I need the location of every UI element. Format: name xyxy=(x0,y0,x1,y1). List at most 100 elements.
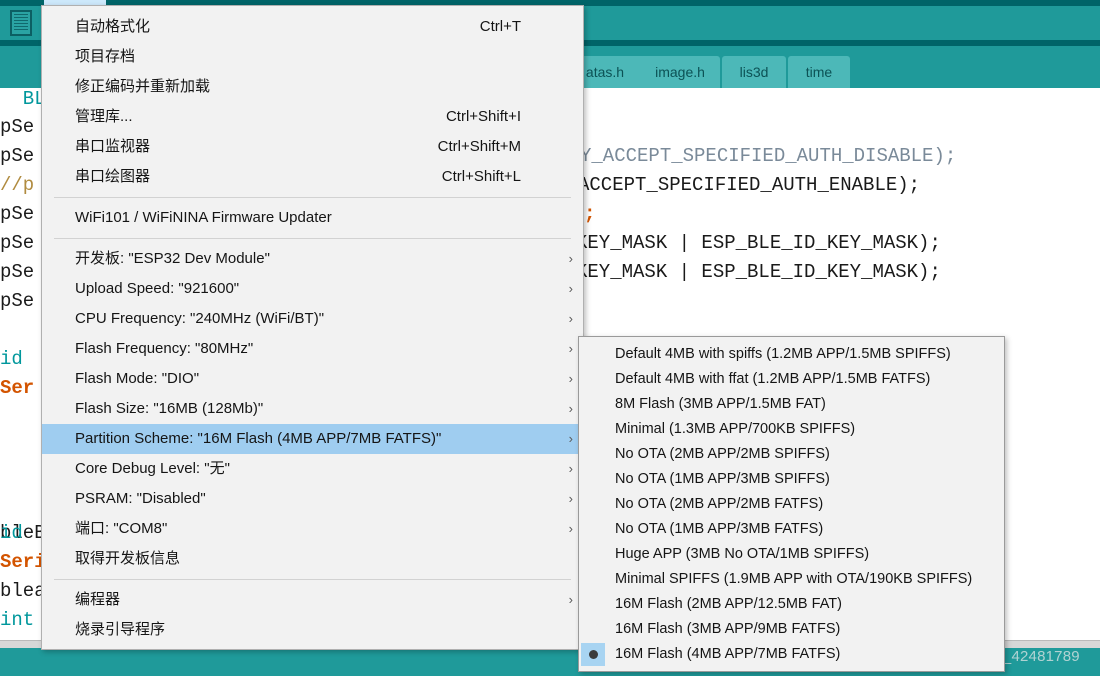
menu-item-17[interactable]: 取得开发板信息 xyxy=(42,544,583,574)
menu-item-1[interactable]: 项目存档 xyxy=(42,42,583,72)
partition-option-label: No OTA (1MB APP/3MB FATFS) xyxy=(615,521,824,537)
menu-item-0[interactable]: 自动格式化 Ctrl+T xyxy=(42,12,583,42)
menu-item-label: 修正编码并重新加载 xyxy=(75,78,211,95)
menu-item-6[interactable]: WiFi101 / WiFiNINA Firmware Updater xyxy=(42,203,583,233)
code-token: ACCEPT_SPECIFIED_AUTH_ENABLE); xyxy=(578,174,921,196)
menu-item-label: 项目存档 xyxy=(75,48,136,65)
partition-option-label: 16M Flash (2MB APP/12.5MB FAT) xyxy=(615,596,842,612)
partition-option-label: Huge APP (3MB No OTA/1MB SPIFFS) xyxy=(615,546,870,562)
menu-item-7[interactable]: 开发板: "ESP32 Dev Module" › xyxy=(42,244,583,274)
radio-dot xyxy=(588,650,598,659)
menu-item-label: 自动格式化 xyxy=(75,18,151,35)
code-line: pSe xyxy=(0,261,34,283)
menu-item-shortcut: Ctrl+T xyxy=(479,18,521,35)
code-token: pSe xyxy=(0,261,35,283)
menu-item-11[interactable]: Flash Mode: "DIO" › xyxy=(42,364,583,394)
menu-item-label: 烧录引导程序 xyxy=(75,621,166,638)
code-token: id xyxy=(0,522,35,544)
chevron-right-icon: › xyxy=(568,461,573,476)
partition-option-label: Default 4MB with spiffs (1.2MB APP/1.5MB… xyxy=(615,346,951,362)
code-token: pSe xyxy=(0,116,35,138)
menu-item-18[interactable]: 编程器 › xyxy=(42,585,583,615)
partition-option-3[interactable]: Minimal (1.3MB APP/700KB SPIFFS) xyxy=(579,417,1004,442)
menu-item-5[interactable]: 串口绘图器 Ctrl+Shift+L xyxy=(42,162,583,192)
menu-item-12[interactable]: Flash Size: "16MB (128Mb)" › xyxy=(42,394,583,424)
partition-option-label: 8M Flash (3MB APP/1.5MB FAT) xyxy=(615,396,826,412)
menu-item-13[interactable]: Partition Scheme: "16M Flash (4MB APP/7M… xyxy=(42,424,583,454)
menu-item-label: Upload Speed: "921600" xyxy=(75,280,240,297)
partition-option-1[interactable]: Default 4MB with ffat (1.2MB APP/1.5MB F… xyxy=(579,367,1004,392)
code-line: //p xyxy=(0,174,34,196)
editor-tab-0-label: atas.h xyxy=(585,64,625,80)
menu-item-9[interactable]: CPU Frequency: "240MHz (WiFi/BT)" › xyxy=(42,304,583,334)
code-token: //p xyxy=(0,174,35,196)
menu-item-shortcut: Ctrl+Shift+L xyxy=(441,168,521,185)
partition-option-label: 16M Flash (3MB APP/9MB FATFS) xyxy=(615,621,841,637)
partition-option-7[interactable]: No OTA (1MB APP/3MB FATFS) xyxy=(579,517,1004,542)
menu-item-label: Flash Frequency: "80MHz" xyxy=(75,340,254,357)
partition-option-label: Minimal (1.3MB APP/700KB SPIFFS) xyxy=(615,421,856,437)
code-token: int xyxy=(0,609,35,631)
menu-item-15[interactable]: PSRAM: "Disabled" › xyxy=(42,484,583,514)
code-token: ; xyxy=(584,203,596,225)
code-token: KEY_MASK | ESP_BLE_ID_KEY_MASK); xyxy=(576,232,941,254)
partition-option-label: Default 4MB with ffat (1.2MB APP/1.5MB F… xyxy=(615,371,931,387)
chevron-right-icon: › xyxy=(568,311,573,326)
code-token: pSe xyxy=(0,145,35,167)
code-line: pSe xyxy=(0,290,34,312)
editor-tab-3[interactable]: time xyxy=(788,56,850,88)
menu-item-4[interactable]: 串口监视器 Ctrl+Shift+M xyxy=(42,132,583,162)
partition-option-label: No OTA (2MB APP/2MB FATFS) xyxy=(615,496,824,512)
code-token: KEY_MASK | ESP_BLE_ID_KEY_MASK); xyxy=(576,261,941,283)
partition-option-label: Minimal SPIFFS (1.9MB APP with OTA/190KB… xyxy=(615,571,973,587)
partition-scheme-submenu[interactable]: Default 4MB with spiffs (1.2MB APP/1.5MB… xyxy=(578,336,1005,672)
code-token: pSe xyxy=(0,232,35,254)
code-line: pSe xyxy=(0,232,34,254)
menu-item-label: 串口监视器 xyxy=(75,138,151,155)
partition-option-2[interactable]: 8M Flash (3MB APP/1.5MB FAT) xyxy=(579,392,1004,417)
partition-option-10[interactable]: 16M Flash (2MB APP/12.5MB FAT) xyxy=(579,592,1004,617)
menu-item-3[interactable]: 管理库... Ctrl+Shift+I xyxy=(42,102,583,132)
partition-option-6[interactable]: No OTA (2MB APP/2MB FATFS) xyxy=(579,492,1004,517)
editor-tab-1-label: image.h xyxy=(655,64,705,80)
new-file-button[interactable] xyxy=(4,8,38,38)
partition-option-label: No OTA (1MB APP/3MB SPIFFS) xyxy=(615,471,830,487)
partition-option-12[interactable]: 16M Flash (4MB APP/7MB FATFS) xyxy=(579,642,1004,667)
chevron-right-icon: › xyxy=(568,281,573,296)
partition-option-11[interactable]: 16M Flash (3MB APP/9MB FATFS) xyxy=(579,617,1004,642)
menu-item-16[interactable]: 端口: "COM8" › xyxy=(42,514,583,544)
partition-option-0[interactable]: Default 4MB with spiffs (1.2MB APP/1.5MB… xyxy=(579,342,1004,367)
partition-option-label: 16M Flash (4MB APP/7MB FATFS) xyxy=(615,646,841,662)
code-line: id xyxy=(0,348,34,370)
code-line: ACCEPT_SPECIFIED_AUTH_ENABLE); xyxy=(578,174,920,196)
menu-item-19[interactable]: 烧录引导程序 xyxy=(42,615,583,645)
chevron-right-icon: › xyxy=(568,371,573,386)
partition-option-9[interactable]: Minimal SPIFFS (1.9MB APP with OTA/190KB… xyxy=(579,567,1004,592)
chevron-right-icon: › xyxy=(568,401,573,416)
partition-option-4[interactable]: No OTA (2MB APP/2MB SPIFFS) xyxy=(579,442,1004,467)
code-line: pSe xyxy=(0,203,34,225)
partition-option-8[interactable]: Huge APP (3MB No OTA/1MB SPIFFS) xyxy=(579,542,1004,567)
menu-item-label: WiFi101 / WiFiNINA Firmware Updater xyxy=(75,209,332,226)
menu-item-14[interactable]: Core Debug Level: "无" › xyxy=(42,454,583,484)
menu-item-10[interactable]: Flash Frequency: "80MHz" › xyxy=(42,334,583,364)
chevron-right-icon: › xyxy=(568,431,573,446)
menu-separator xyxy=(54,197,571,198)
menu-item-8[interactable]: Upload Speed: "921600" › xyxy=(42,274,583,304)
menu-separator xyxy=(54,579,571,580)
menu-item-label: PSRAM: "Disabled" xyxy=(75,490,206,507)
menu-item-shortcut: Ctrl+Shift+M xyxy=(437,138,521,155)
partition-option-5[interactable]: No OTA (1MB APP/3MB SPIFFS) xyxy=(579,467,1004,492)
editor-tab-1[interactable]: image.h xyxy=(640,56,720,88)
partition-option-label: No OTA (2MB APP/2MB SPIFFS) xyxy=(615,446,830,462)
menu-item-label: 编程器 xyxy=(75,591,121,608)
chevron-right-icon: › xyxy=(568,251,573,266)
code-token: pSe xyxy=(0,290,35,312)
tools-menu[interactable]: 自动格式化 Ctrl+T 项目存档修正编码并重新加载管理库... Ctrl+Shift… xyxy=(41,5,584,650)
menu-item-label: Flash Size: "16MB (128Mb)" xyxy=(75,400,264,417)
code-token: Y_ACCEPT_SPECIFIED_AUTH_DISABLE); xyxy=(580,145,957,167)
menu-item-2[interactable]: 修正编码并重新加载 xyxy=(42,72,583,102)
editor-tab-2[interactable]: lis3d xyxy=(722,56,786,88)
code-line: KEY_MASK | ESP_BLE_ID_KEY_MASK); xyxy=(576,232,941,254)
arduino-ide-window: atas.h image.h lis3d time BLE pSe pSe//p pS… xyxy=(0,0,1100,676)
